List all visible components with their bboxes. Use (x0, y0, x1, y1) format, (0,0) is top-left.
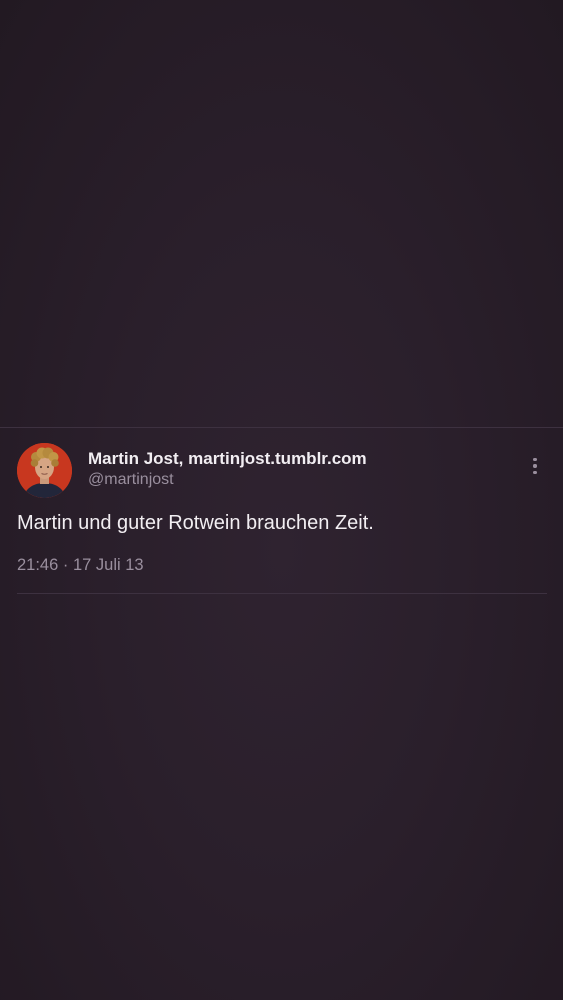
display-name[interactable]: Martin Jost, martinjost.tumblr.com (88, 449, 367, 469)
avatar[interactable] (17, 443, 72, 498)
tweet-timestamp[interactable]: 21:46 · 17 Juli 13 (17, 556, 144, 575)
meta-separator: · (58, 556, 73, 574)
tweet-text: Martin und guter Rotwein brauchen Zeit. (17, 512, 374, 534)
more-options-button[interactable] (522, 454, 548, 478)
more-vertical-icon (533, 457, 537, 462)
user-handle[interactable]: @martinjost (88, 471, 174, 489)
tweet-time: 21:46 (17, 556, 59, 574)
more-vertical-icon-dot (533, 470, 537, 475)
tweet: Martin Jost, martinjost.tumblr.com @mart… (0, 428, 563, 594)
tweet-date: 17 Juli 13 (72, 556, 144, 574)
more-vertical-icon-dot (533, 464, 537, 468)
avatar-image (17, 443, 72, 498)
bottom-divider (17, 593, 547, 594)
